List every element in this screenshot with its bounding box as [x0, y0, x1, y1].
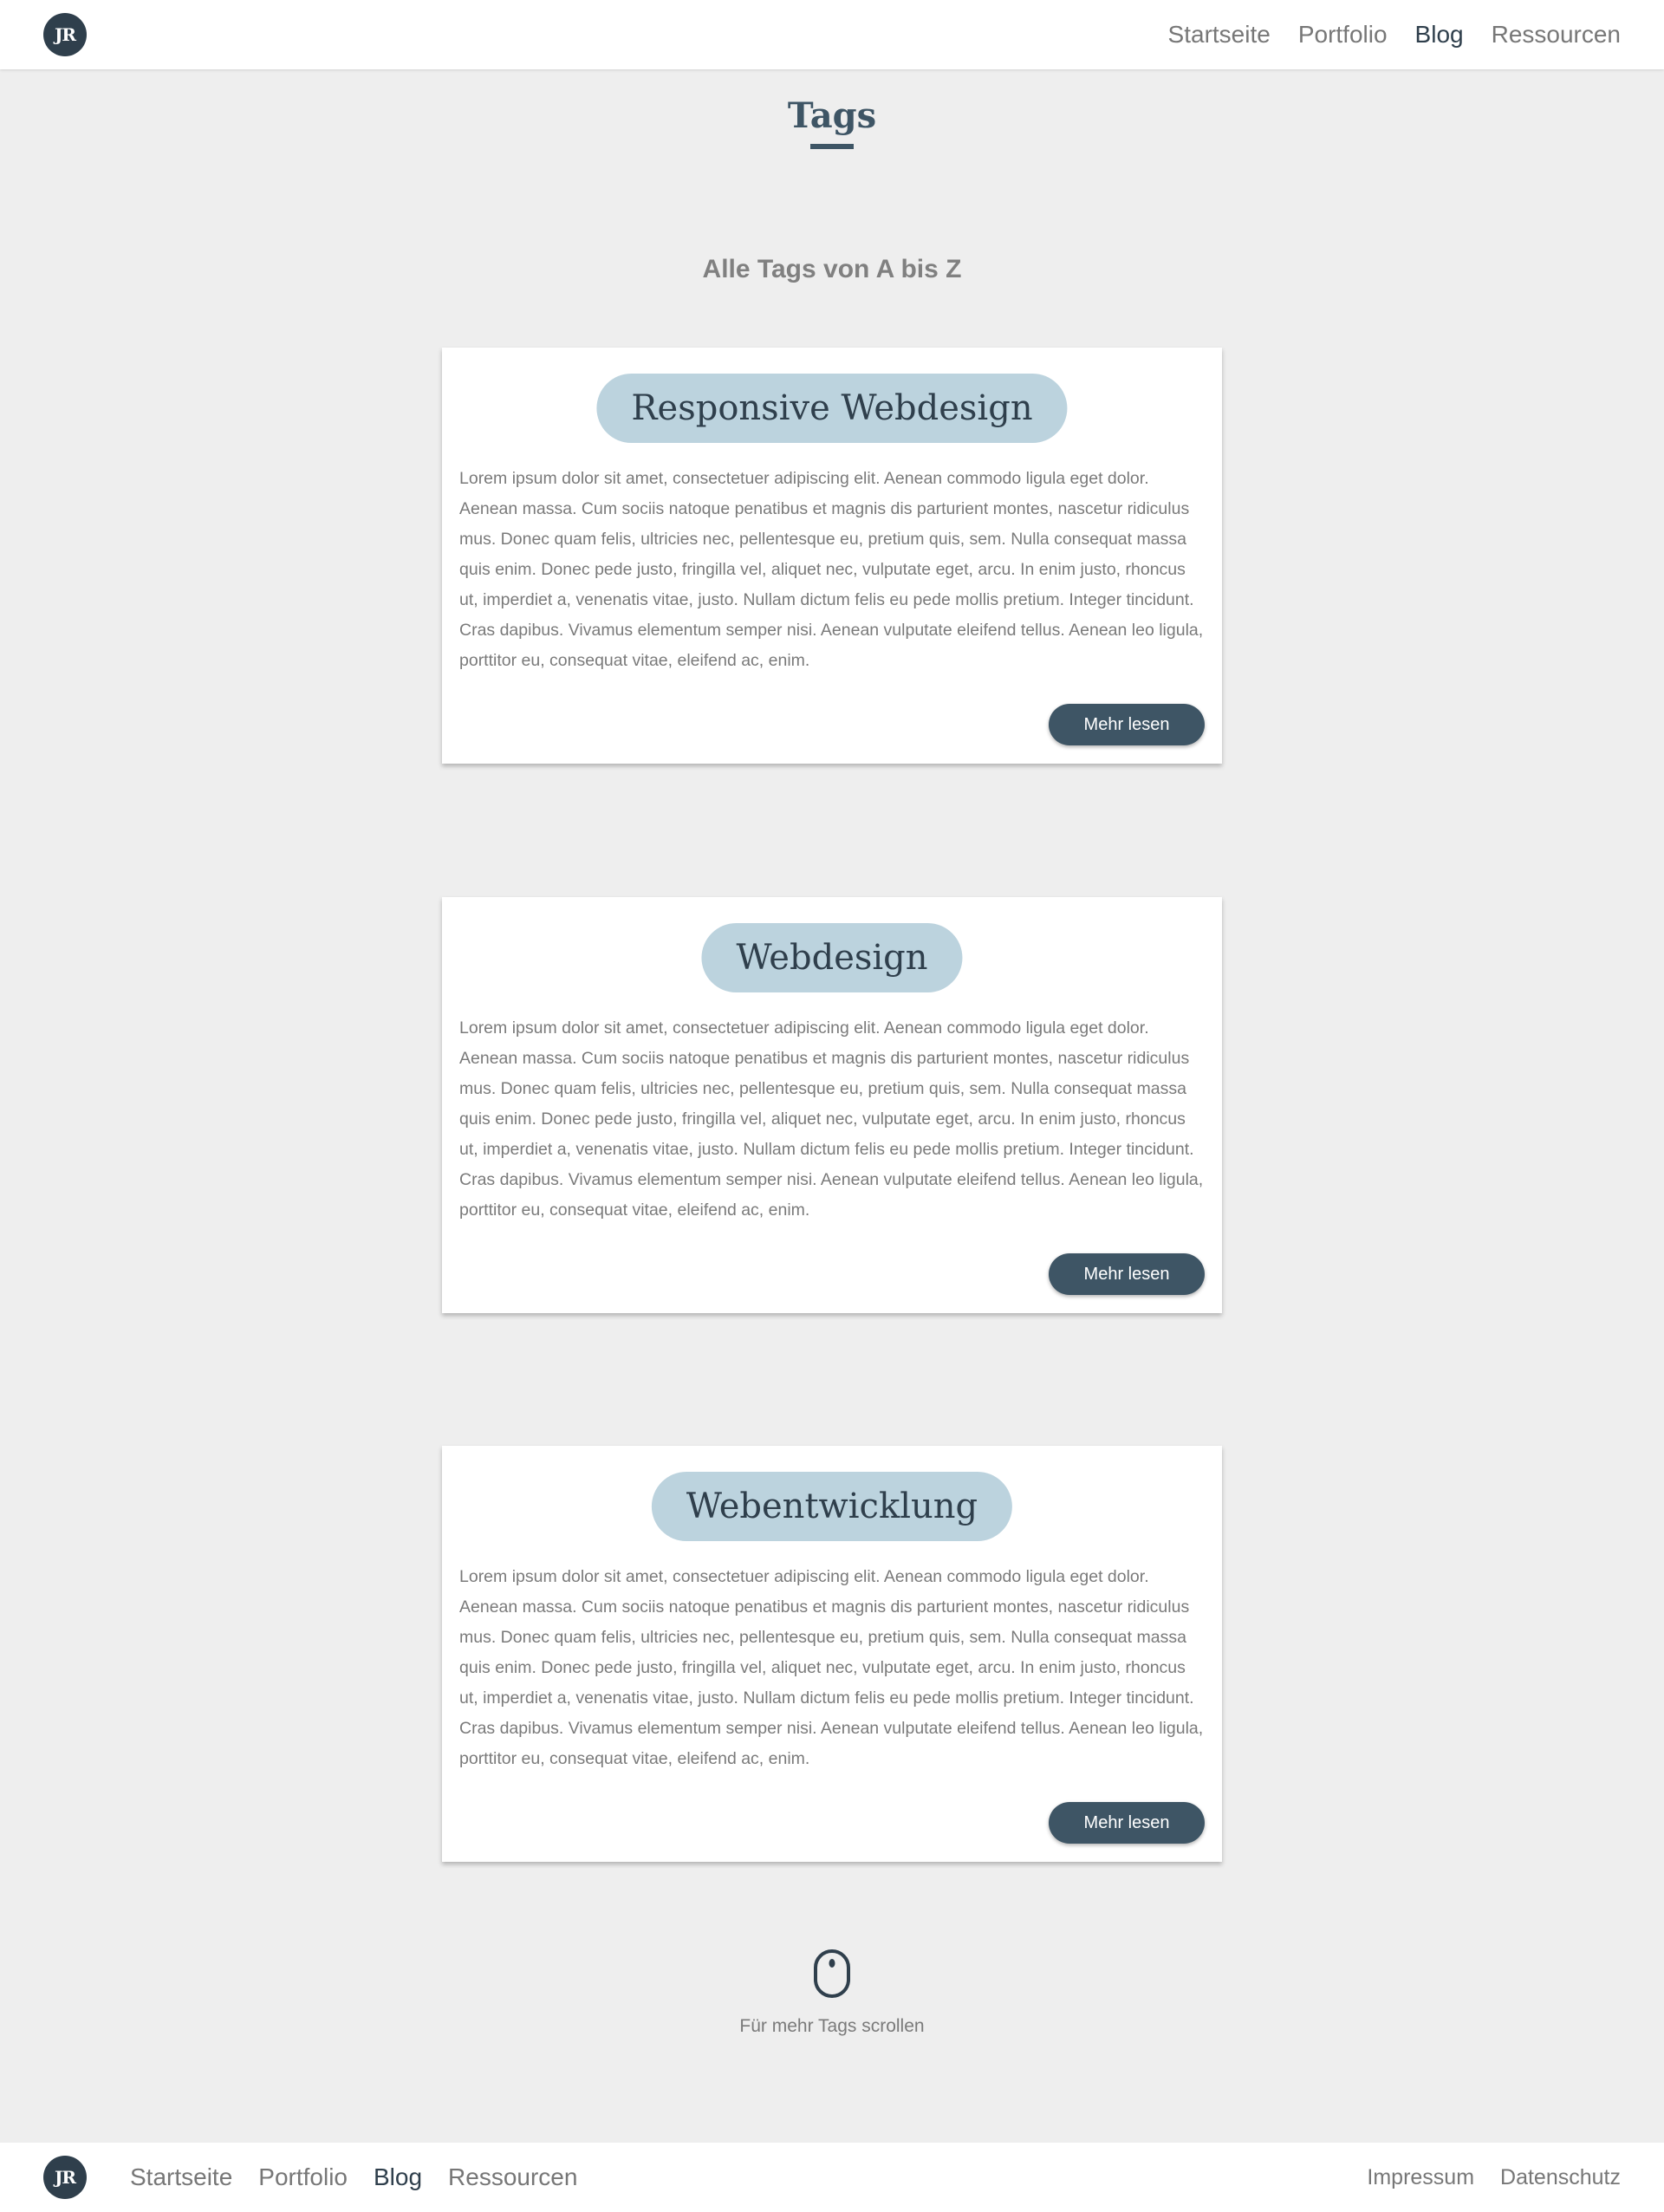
tag-excerpt: Lorem ipsum dolor sit amet, consectetuer…: [459, 469, 1204, 670]
tag-excerpt: Lorem ipsum dolor sit amet, consectetuer…: [459, 1018, 1204, 1220]
site-logo[interactable]: JR: [43, 13, 87, 56]
page: JR Startseite Portfolio Blog Ressourcen …: [0, 0, 1664, 2212]
footer: JR Startseite Portfolio Blog Ressourcen …: [0, 2143, 1664, 2212]
footer-link-datenschutz[interactable]: Datenschutz: [1500, 2165, 1621, 2190]
footer-link-startseite[interactable]: Startseite: [130, 2163, 232, 2191]
nav-link-startseite[interactable]: Startseite: [1168, 21, 1271, 49]
nav-link-ressourcen[interactable]: Ressourcen: [1492, 21, 1621, 49]
top-navbar: JR Startseite Portfolio Blog Ressourcen: [0, 0, 1664, 69]
read-more-button[interactable]: Mehr lesen: [1049, 1253, 1205, 1295]
footer-logo[interactable]: JR: [43, 2156, 87, 2199]
tag-card: Responsive Webdesign Lorem ipsum dolor s…: [442, 348, 1222, 764]
nav-link-blog[interactable]: Blog: [1415, 21, 1464, 49]
title-underline: [810, 144, 854, 149]
mouse-icon: [814, 1949, 850, 1998]
tag-card: Webentwicklung Lorem ipsum dolor sit ame…: [442, 1446, 1222, 1862]
read-more-button[interactable]: Mehr lesen: [1049, 704, 1205, 745]
main-nav: Startseite Portfolio Blog Ressourcen: [1168, 17, 1621, 52]
footer-link-portfolio[interactable]: Portfolio: [258, 2163, 348, 2191]
page-title: Tags: [787, 95, 877, 136]
tag-excerpt: Lorem ipsum dolor sit amet, consectetuer…: [459, 1567, 1204, 1768]
tag-label[interactable]: Webdesign: [701, 923, 963, 992]
footer-nav: Startseite Portfolio Blog Ressourcen: [130, 2160, 577, 2195]
footer-link-impressum[interactable]: Impressum: [1367, 2165, 1474, 2190]
read-more-button[interactable]: Mehr lesen: [1049, 1802, 1205, 1844]
tag-card: Webdesign Lorem ipsum dolor sit amet, co…: [442, 897, 1222, 1313]
footer-legal-nav: Impressum Datenschutz: [1367, 2160, 1621, 2195]
tag-label[interactable]: Webentwicklung: [651, 1472, 1013, 1541]
footer-link-blog[interactable]: Blog: [374, 2163, 422, 2191]
tag-label[interactable]: Responsive Webdesign: [596, 374, 1068, 443]
scroll-hint-text: Für mehr Tags scrollen: [739, 2016, 925, 2036]
page-subtitle: Alle Tags von A bis Z: [702, 255, 962, 283]
nav-link-portfolio[interactable]: Portfolio: [1298, 21, 1388, 49]
footer-link-ressourcen[interactable]: Ressourcen: [448, 2163, 577, 2191]
